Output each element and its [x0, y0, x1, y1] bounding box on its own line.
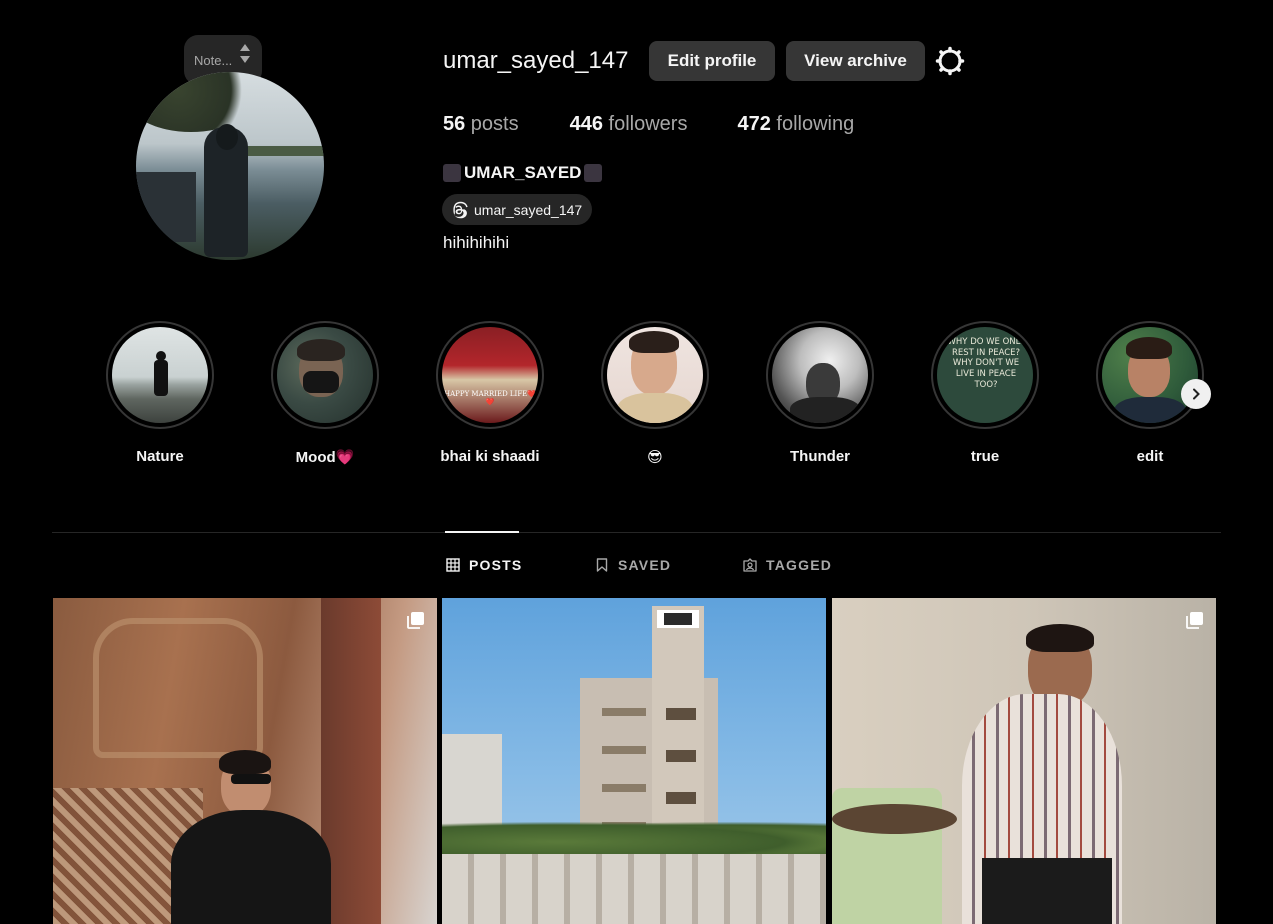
highlight-nature-thumb	[112, 327, 208, 423]
multiple-images-icon	[1186, 612, 1203, 629]
highlight-mood-thumb	[277, 327, 373, 423]
threads-icon	[453, 201, 468, 218]
post-thumbnail[interactable]	[832, 598, 1216, 924]
note-arrows	[240, 44, 250, 63]
full-name: UMAR_SAYED	[443, 163, 603, 183]
square-emoji-icon	[443, 164, 461, 182]
post-thumbnail[interactable]	[53, 598, 437, 924]
settings-gear-icon[interactable]	[934, 45, 966, 77]
view-archive-button[interactable]: View archive	[786, 41, 925, 81]
posts-count: 56 posts	[443, 113, 519, 135]
profile-stats: 56 posts 446 followers 472 following	[443, 113, 894, 136]
chevron-right-icon	[1193, 388, 1200, 400]
multiple-images-icon	[407, 612, 424, 629]
post-thumbnail[interactable]	[442, 598, 826, 924]
followers-link[interactable]: 446 followers	[570, 113, 688, 136]
bookmark-icon	[596, 558, 608, 572]
highlight-true[interactable]: WHY DO WE ONLY REST IN PEACE? WHY DON'T …	[930, 321, 1040, 465]
bio: hihihihihi	[443, 233, 510, 252]
following-link[interactable]: 472 following	[737, 113, 854, 136]
grid-icon	[446, 558, 460, 572]
threads-badge[interactable]: umar_sayed_147	[442, 194, 593, 225]
highlight-thunder-thumb	[772, 327, 868, 423]
highlight-cool-thumb	[607, 327, 703, 423]
note-text: Note...	[194, 52, 233, 68]
highlight-cool[interactable]: 😎	[600, 321, 710, 466]
highlights-next-button[interactable]	[1181, 379, 1211, 409]
tagged-icon	[743, 558, 757, 572]
highlight-edit-thumb	[1102, 327, 1198, 423]
edit-profile-button[interactable]: Edit profile	[649, 41, 775, 81]
active-tab-indicator	[445, 531, 519, 533]
highlight-nature[interactable]: Nature	[105, 321, 215, 465]
highlight-true-thumb: WHY DO WE ONLY REST IN PEACE? WHY DON'T …	[937, 327, 1033, 423]
highlight-mood[interactable]: Mood💗	[270, 321, 380, 466]
username: umar_sayed_147	[443, 47, 629, 74]
highlight-bhai-ki-shaadi[interactable]: HAPPY MARRIED LIFE❤️❤️ bhai ki shaadi	[435, 321, 545, 465]
profile-page: Note... umar_sayed_147 Edit profile View…	[0, 0, 1273, 924]
tab-posts[interactable]: POSTS	[446, 557, 522, 573]
highlight-thunder[interactable]: Thunder	[765, 321, 875, 465]
tabs-divider	[52, 532, 1221, 533]
tab-tagged[interactable]: TAGGED	[743, 557, 832, 573]
highlight-bhai-ki-shaadi-thumb: HAPPY MARRIED LIFE❤️❤️	[442, 327, 538, 423]
tab-saved[interactable]: SAVED	[595, 557, 671, 573]
square-emoji-icon	[584, 164, 603, 182]
avatar[interactable]	[136, 72, 324, 260]
